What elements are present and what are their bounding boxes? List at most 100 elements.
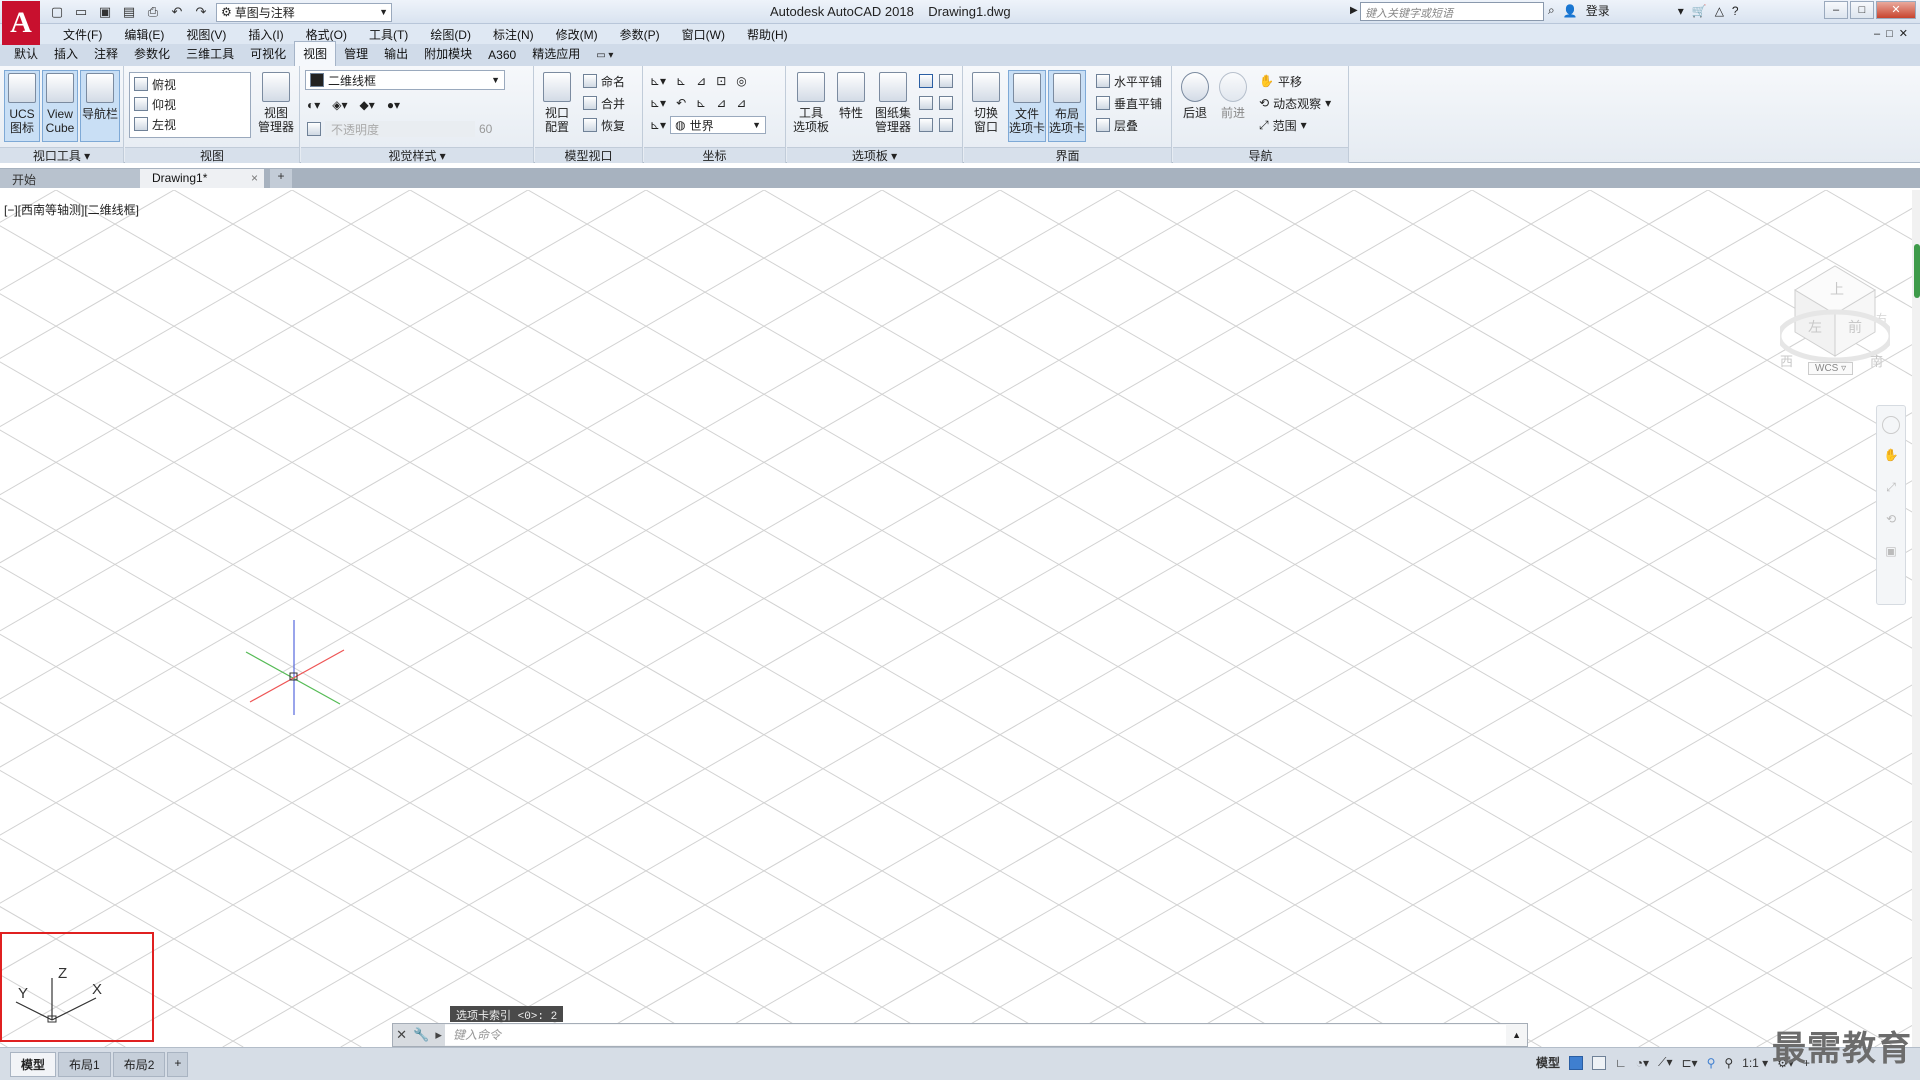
minimize-icon[interactable]: –	[1824, 1, 1848, 19]
search-expand-icon[interactable]: ▶	[1350, 5, 1358, 16]
tool-palettes-button[interactable]: 工具 选项板	[791, 70, 831, 142]
viewport-controls-label[interactable]: [−][西南等轴测][二维线框]	[4, 201, 139, 218]
grid-icon[interactable]	[1569, 1055, 1584, 1070]
viewcube-button[interactable]: View Cube	[42, 70, 78, 142]
orbit-icon[interactable]: ⟲	[1882, 512, 1900, 530]
tab-addins[interactable]: 附加模块	[416, 42, 480, 66]
ucs-world-icon[interactable]: ⊾	[676, 74, 686, 88]
open-icon[interactable]: ▭	[72, 3, 90, 21]
app-menu-button[interactable]: A	[2, 1, 40, 45]
menu-dimension[interactable]: 标注(N)	[482, 26, 545, 43]
panel-title-visual-styles[interactable]: 视觉样式 ▾	[301, 147, 533, 163]
login-button[interactable]: 登录	[1586, 2, 1610, 19]
menu-insert[interactable]: 插入(I)	[237, 26, 294, 43]
ucs-view-icon[interactable]: ◎	[736, 74, 746, 88]
menu-draw[interactable]: 绘图(D)	[419, 26, 482, 43]
zoom-icon[interactable]: ⤢	[1882, 480, 1900, 498]
tab-featured-apps[interactable]: 精选应用	[524, 42, 588, 66]
viewcube[interactable]: 上 左 前 右 西 南	[1780, 230, 1890, 370]
view-bottom[interactable]: 仰视	[134, 95, 176, 113]
layout-tab-1[interactable]: 布局1	[58, 1052, 111, 1077]
layout-tab-model[interactable]: 模型	[10, 1052, 57, 1077]
close-icon[interactable]: ✕	[396, 1027, 407, 1043]
back-button[interactable]: 后退	[1177, 70, 1213, 142]
close-icon[interactable]: ✕	[1876, 1, 1916, 19]
ucs-3point-icon[interactable]: ⊾▾	[650, 96, 666, 110]
panel-title-coordinates[interactable]: 坐标	[644, 147, 785, 163]
user-icon[interactable]: 👤	[1563, 4, 1578, 18]
chevron-down-icon[interactable]: ▾	[1678, 4, 1684, 18]
properties-button[interactable]: 特性	[833, 70, 869, 142]
model-space-button[interactable]: 模型	[1536, 1054, 1560, 1071]
vertical-scrollbar[interactable]	[1912, 190, 1920, 1047]
menu-help[interactable]: 帮助(H)	[736, 26, 799, 43]
scrollbar-thumb[interactable]	[1914, 244, 1920, 298]
tab-drawing1[interactable]: Drawing1* ×	[140, 169, 264, 188]
cascade-button[interactable]: 层叠	[1096, 116, 1138, 134]
navbar-button[interactable]: 导航栏	[80, 70, 120, 142]
edge-effects-icon[interactable]: ◐▾	[307, 98, 320, 112]
view-top[interactable]: 俯视	[134, 75, 176, 93]
maximize-icon[interactable]: □	[1850, 1, 1874, 19]
design-center-icon[interactable]	[939, 74, 953, 88]
ucs-y-icon[interactable]: ⊾	[696, 96, 706, 110]
view-left[interactable]: 左视	[134, 115, 176, 133]
annotation-scale[interactable]: 1:1 ▾	[1742, 1056, 1768, 1070]
tab-parametric[interactable]: 参数化	[126, 42, 178, 66]
tab-default[interactable]: 默认	[6, 42, 46, 66]
tab-visualize[interactable]: 可视化	[242, 42, 294, 66]
ucs-z-icon[interactable]: ⊿	[716, 96, 726, 110]
ucs-zaxis-icon[interactable]: ⊿	[736, 96, 746, 110]
infer-icon[interactable]: ∟	[1615, 1056, 1627, 1070]
forward-button[interactable]: 前进	[1215, 70, 1251, 142]
binoculars-icon[interactable]: ⌕	[1548, 3, 1555, 18]
menu-file[interactable]: 文件(F)	[52, 26, 113, 43]
tile-vertical-button[interactable]: 垂直平铺	[1096, 94, 1162, 112]
tab-a360[interactable]: A360	[480, 45, 524, 66]
pan-button[interactable]: ✋ 平移	[1259, 72, 1302, 90]
sheet-set-manager-button[interactable]: 图纸集 管理器	[871, 70, 915, 142]
auto-scale-icon[interactable]: ⚲	[1724, 1056, 1733, 1070]
new-icon[interactable]: ▢	[48, 3, 66, 21]
document-window-controls[interactable]: –□✕	[1874, 27, 1914, 40]
add-layout-button[interactable]: +	[167, 1052, 189, 1077]
drawing-canvas[interactable]: [−][西南等轴测][二维线框] 上 左 前 右 西 南 WCS ▿ ✋ ⤢ ⟲…	[0, 190, 1920, 1047]
shadow-icon[interactable]: ◈▾	[332, 98, 347, 112]
extents-button[interactable]: ⤢ 范围 ▾	[1259, 116, 1307, 134]
undo-icon[interactable]: ↶	[168, 3, 186, 21]
ucs-icon-button[interactable]: UCS 图标	[4, 70, 40, 142]
cart-icon[interactable]: 🛒	[1692, 4, 1707, 18]
restore-viewports-button[interactable]: 恢复	[583, 116, 625, 134]
layout-tab-2[interactable]: 布局2	[112, 1052, 166, 1077]
ucs-select[interactable]: ◍ 世界 ▼	[670, 116, 767, 134]
tab-manage[interactable]: 管理	[336, 42, 376, 66]
tab-view[interactable]: 视图	[294, 41, 337, 66]
print-icon[interactable]: ⎙	[144, 3, 162, 21]
wcs-menu[interactable]: WCS ▿	[1808, 362, 1854, 375]
recent-commands-icon[interactable]: ▸	[435, 1027, 442, 1043]
opacity-label[interactable]: 不透明度	[325, 121, 475, 137]
isodraft-icon[interactable]: ⟋▾	[1658, 1055, 1672, 1070]
orbit-button[interactable]: ⟲ 动态观察 ▾	[1259, 94, 1331, 112]
osnap-icon[interactable]: ⊏▾	[1681, 1056, 1697, 1070]
menu-modify[interactable]: 修改(M)	[545, 26, 609, 43]
polar-icon[interactable]: ◔▾	[1636, 1056, 1649, 1070]
view-manager-button[interactable]: 视图 管理器	[255, 70, 297, 142]
dbconnect-icon[interactable]	[939, 118, 953, 132]
search-input[interactable]: 键入关键字或短语	[1360, 2, 1544, 21]
save-as-icon[interactable]: ▤	[120, 3, 138, 21]
command-line-icon[interactable]	[919, 74, 933, 88]
external-refs-icon[interactable]	[919, 96, 933, 110]
close-icon[interactable]: ×	[251, 171, 258, 185]
menu-parametric[interactable]: 参数(P)	[609, 26, 671, 43]
menu-tools[interactable]: 工具(T)	[358, 26, 419, 43]
named-viewports-button[interactable]: 命名	[583, 72, 625, 90]
ribbon-minimize-icon[interactable]: ▭ ▾	[596, 50, 613, 66]
annotation-visibility-icon[interactable]: ⚲	[1707, 1056, 1716, 1070]
views-list[interactable]: 俯视 仰视 左视	[129, 72, 251, 138]
menu-format[interactable]: 格式(O)	[295, 26, 358, 43]
wrench-icon[interactable]: 🔧	[413, 1027, 429, 1043]
tab-start[interactable]: 开始	[0, 169, 140, 188]
lighting-icon[interactable]: ●▾	[387, 98, 400, 112]
panel-title-palettes[interactable]: 选项板 ▾	[787, 147, 962, 163]
